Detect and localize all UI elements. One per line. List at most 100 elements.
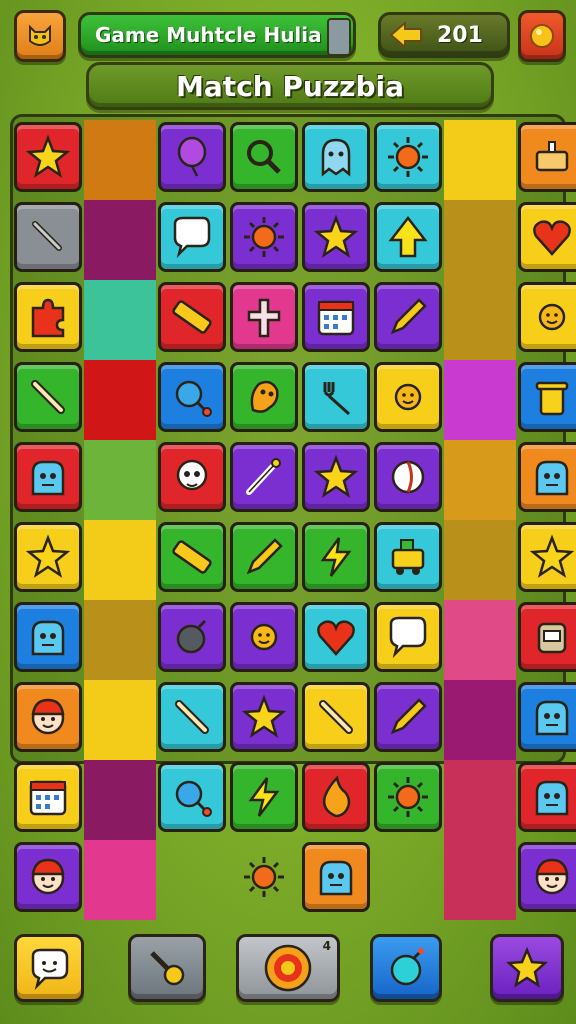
tile-ruler[interactable] [158,522,226,592]
coin-counter[interactable]: 201 [378,12,510,58]
mode-label-pill[interactable]: Game Muhtcle Hulia [78,12,356,58]
tile-ghost[interactable] [302,122,370,192]
shuffle-count-badge: 4 [322,939,331,953]
balloon-icon [177,136,207,177]
tile-star[interactable] [14,522,82,592]
tile-fork[interactable] [302,362,370,432]
tile-lightning[interactable] [302,522,370,592]
robot-icon [537,622,567,654]
tile-skull[interactable] [158,442,226,512]
tile-bone[interactable] [14,362,82,432]
star-icon [505,946,549,988]
tile-lollipop[interactable] [158,762,226,832]
tile-pencil[interactable] [374,282,442,352]
bomb-button[interactable] [370,934,442,1002]
tile-bone[interactable] [302,682,370,752]
tile-balloon[interactable] [158,122,226,192]
tile-monster[interactable] [518,762,576,832]
tile-face[interactable] [14,682,82,752]
tile-monster[interactable] [14,442,82,512]
tile-bomb[interactable] [158,602,226,672]
tile-sun[interactable] [374,762,442,832]
lightning-icon [248,777,280,817]
tile-sun[interactable] [374,122,442,192]
hint-button[interactable] [128,934,206,1002]
star-icon [25,534,71,578]
star-icon [313,214,359,258]
tile-speech-bubble[interactable] [374,602,442,672]
tile-calendar[interactable] [302,282,370,352]
sun-icon [388,777,428,817]
star-button[interactable] [490,934,564,1002]
shuffle-button[interactable]: 4 [236,934,340,1002]
board-color-block [444,440,516,520]
tile-flame[interactable] [302,762,370,832]
tile-trash-can[interactable] [518,362,576,432]
tile-magnifier[interactable] [230,122,298,192]
tile-star[interactable] [230,682,298,752]
tile-lightning[interactable] [230,762,298,832]
face-icon [535,858,569,895]
tile-monster[interactable] [518,442,576,512]
tile-cake[interactable] [518,122,576,192]
cake-icon [535,141,569,172]
tile-creature[interactable] [230,362,298,432]
tile-sun[interactable] [230,202,298,272]
bone-icon [319,700,353,734]
bone-icon [31,380,65,414]
tile-pencil[interactable] [374,682,442,752]
tile-bone[interactable] [158,682,226,752]
face-icon [31,698,65,735]
tile-star[interactable] [302,202,370,272]
menu-button[interactable] [14,10,66,62]
tile-ruler[interactable] [158,282,226,352]
tile-speech-bubble[interactable] [158,202,226,272]
tile-train[interactable] [374,522,442,592]
board-color-block [84,440,156,520]
tile-arrow-up[interactable] [374,202,442,272]
board-color-block [84,600,156,680]
speech-bubble-icon [389,616,427,659]
bone-icon [175,700,209,734]
board-color-block [84,840,156,920]
tile-star[interactable] [14,122,82,192]
tile-ball[interactable] [374,442,442,512]
tile-monster[interactable] [14,602,82,672]
tile-wrench[interactable] [14,202,82,272]
tile-wand[interactable] [230,442,298,512]
tile-sun[interactable] [230,842,298,912]
tile-sun-face[interactable] [230,602,298,672]
target-icon [264,944,312,992]
tile-lollipop[interactable] [158,362,226,432]
tile-sun-face[interactable] [374,362,442,432]
tile-face[interactable] [14,842,82,912]
tile-robot[interactable] [518,602,576,672]
fork-icon [323,382,351,416]
tile-heart[interactable] [518,202,576,272]
tile-monster[interactable] [518,682,576,752]
board-color-block [84,200,156,280]
tile-sun-face[interactable] [518,282,576,352]
arrow-up-icon [388,215,428,258]
tile-monster[interactable] [302,842,370,912]
tile-heart[interactable] [302,602,370,672]
orange-circle-icon [530,24,554,48]
magnifier-icon [247,140,281,174]
tile-cross[interactable] [230,282,298,352]
tile-face[interactable] [518,842,576,912]
chat-button[interactable] [14,934,84,1002]
tile-calendar[interactable] [14,762,82,832]
board-color-block [444,520,516,600]
tile-star[interactable] [302,442,370,512]
top-bar: Game Muhtcle Hulia 201 [0,0,576,70]
tile-star[interactable] [518,522,576,592]
trash-can-icon [535,381,569,416]
pencil-icon [246,538,283,575]
tile-pencil[interactable] [230,522,298,592]
lollipop-icon [175,380,212,417]
settings-button[interactable] [518,10,566,62]
star-icon [529,534,575,578]
board-color-block [444,280,516,360]
board-color-block [84,520,156,600]
tile-puzzle-piece[interactable] [14,282,82,352]
